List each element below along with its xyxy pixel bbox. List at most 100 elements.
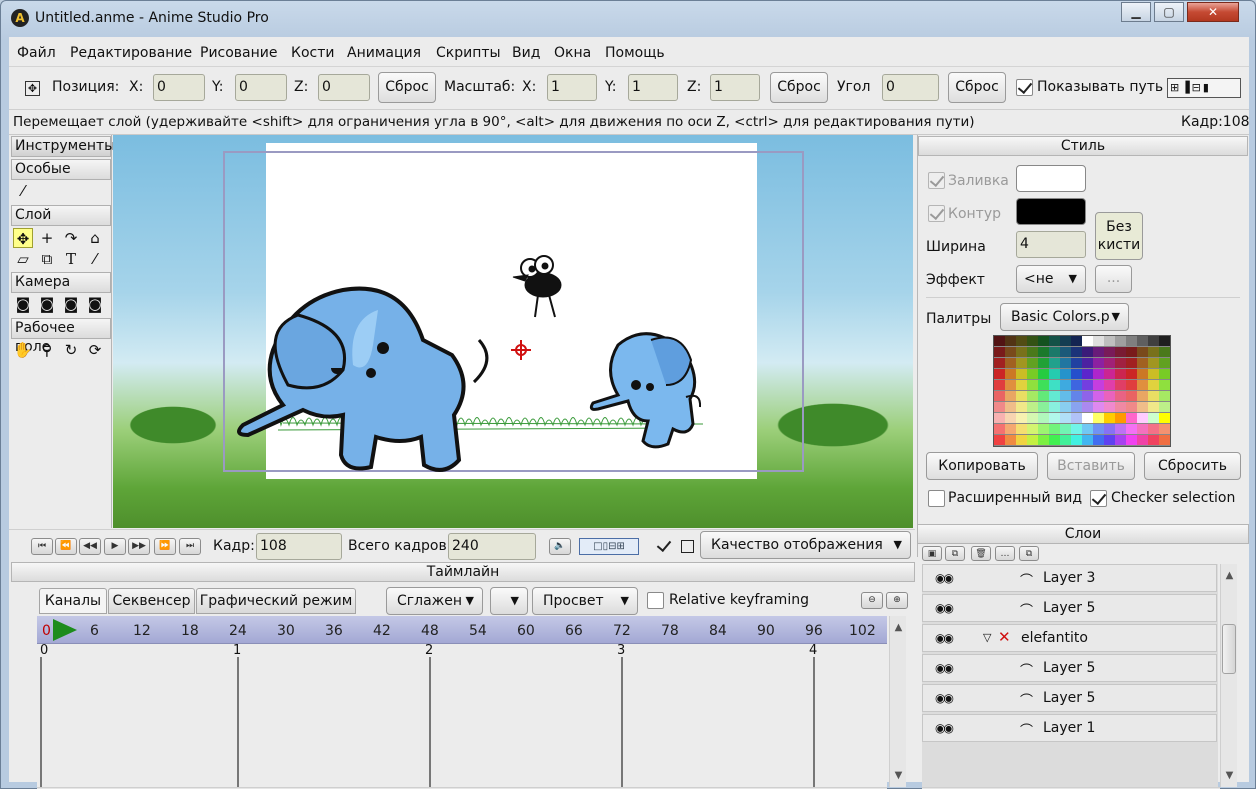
total-frames-input[interactable]: 240 [448,533,536,560]
play-icon[interactable]: ▶ [104,538,126,555]
palette-swatch[interactable] [1071,347,1082,357]
palette-swatch[interactable] [1071,336,1082,346]
palette-swatch[interactable] [1093,413,1104,423]
palette-swatch[interactable] [1049,336,1060,346]
interpolation-dropdown[interactable]: Сглажен ▼ [386,587,483,615]
palette-swatch[interactable] [1082,391,1093,401]
palette-swatch[interactable] [1137,413,1148,423]
palette-swatch[interactable] [1137,435,1148,445]
visibility-eye-icon[interactable]: ◉◉ [935,721,954,735]
palette-swatch[interactable] [1049,413,1060,423]
palette-swatch[interactable] [1005,358,1016,368]
palette-dropdown[interactable]: Basic Colors.p ▼ [1000,303,1129,331]
reset-style-button[interactable]: Сбросить [1144,452,1241,480]
palette-swatch[interactable] [1082,369,1093,379]
tools-section-workspace[interactable]: Рабочее поле [11,318,111,355]
palette-swatch[interactable] [1137,369,1148,379]
layer-row[interactable]: ◉◉ ⌒ Layer 5 [922,684,1217,712]
advanced-view-checkbox[interactable] [928,490,945,507]
minimize-button[interactable]: ▁ [1121,2,1151,22]
magic-wand-icon[interactable]: ⁄ [13,181,33,201]
relative-keyframing-checkbox[interactable] [647,592,664,609]
visibility-eye-icon[interactable]: ◉◉ [935,601,954,615]
palette-swatch[interactable] [1071,369,1082,379]
palette-swatch[interactable] [1082,347,1093,357]
palette-swatch[interactable] [1159,402,1170,412]
palette-swatch[interactable] [1137,358,1148,368]
palette-swatch[interactable] [1115,380,1126,390]
palette-swatch[interactable] [1104,347,1115,357]
scale-layer-icon[interactable]: + [37,228,57,248]
title-bar[interactable]: A Untitled.anme - Anime Studio Pro ▁ ▢ ✕ [1,1,1256,37]
palette-swatch[interactable] [1038,336,1049,346]
palette-swatch[interactable] [1049,369,1060,379]
palette-swatch[interactable] [1016,391,1027,401]
tab-channels[interactable]: Каналы [39,588,107,614]
menu-scripts[interactable]: Скрипты [436,45,501,61]
palette-swatch[interactable] [994,391,1005,401]
scroll-thumb[interactable] [1222,624,1236,674]
palette-swatch[interactable] [1137,336,1148,346]
menu-bones[interactable]: Кости [291,45,334,61]
palette-swatch[interactable] [1126,413,1137,423]
set-origin-icon[interactable]: ⌂ [85,228,105,248]
timeline-vscrollbar[interactable]: ▲ ▼ [889,616,906,787]
palette-swatch[interactable] [1082,413,1093,423]
palette-swatch[interactable] [1104,424,1115,434]
copy-layer-icon[interactable]: ⧉ [1019,546,1039,561]
previous-key-icon[interactable]: ⏪ [55,538,77,555]
palette-swatch[interactable] [1049,391,1060,401]
close-button[interactable]: ✕ [1187,2,1239,22]
palette-swatch[interactable] [1038,358,1049,368]
onion-skin-dropdown[interactable]: Просвет ▼ [532,587,638,615]
scroll-down-icon[interactable]: ▼ [1221,770,1238,781]
visibility-eye-icon[interactable]: ◉◉ [935,691,954,705]
palette-swatch[interactable] [1016,358,1027,368]
effect-settings-button[interactable]: ... [1095,265,1132,293]
palette-swatch[interactable] [1137,402,1148,412]
palette-swatch[interactable] [1060,402,1071,412]
palette-swatch[interactable] [994,347,1005,357]
palette-swatch[interactable] [1016,435,1027,445]
layer-row[interactable]: ◉◉ ▽ ✕ elefantito [922,624,1217,652]
palette-swatch[interactable] [1093,402,1104,412]
palette-swatch[interactable] [994,380,1005,390]
palette-swatch[interactable] [1082,336,1093,346]
palette-swatch[interactable] [1126,435,1137,445]
palette-swatch[interactable] [1093,435,1104,445]
palette-swatch[interactable] [994,358,1005,368]
camera-zoom-icon[interactable]: ◙ [37,294,57,314]
view-split-icons[interactable]: □▯⊟⊞ [579,538,639,555]
palette-swatch[interactable] [1104,402,1115,412]
visibility-eye-icon[interactable]: ◉◉ [935,571,954,585]
step-forward-icon[interactable]: ▶▶ [128,538,150,555]
palette-swatch[interactable] [1126,402,1137,412]
palette-swatch[interactable] [1082,424,1093,434]
palette-swatch[interactable] [1049,358,1060,368]
palette-swatch[interactable] [1027,402,1038,412]
palette-swatch[interactable] [1104,391,1115,401]
palette-swatch[interactable] [1016,369,1027,379]
palette-swatch[interactable] [1137,424,1148,434]
palette-swatch[interactable] [1115,358,1126,368]
canvas[interactable] [113,135,913,528]
palette-swatch[interactable] [1016,413,1027,423]
palette-swatch[interactable] [1027,358,1038,368]
delete-layer-icon[interactable]: 🗑 [971,546,991,561]
palette-swatch[interactable] [1159,336,1170,346]
tools-section-camera[interactable]: Камера [11,272,111,293]
palette-swatch[interactable] [1060,347,1071,357]
tools-section-special[interactable]: Особые [11,159,111,180]
no-brush-button[interactable]: Без кисти [1095,212,1143,260]
palette-swatch[interactable] [1104,358,1115,368]
palette-swatch[interactable] [1115,347,1126,357]
duplicate-layer-icon[interactable]: ⧉ [945,546,965,561]
palette-swatch[interactable] [1126,347,1137,357]
palette-swatch[interactable] [1104,413,1115,423]
palette-swatch[interactable] [1060,358,1071,368]
show-curve-icon[interactable] [656,538,673,555]
palette-swatch[interactable] [1071,413,1082,423]
palette-swatch[interactable] [1060,336,1071,346]
palette-swatch[interactable] [1115,369,1126,379]
pos-z-input[interactable]: 0 [318,74,370,101]
